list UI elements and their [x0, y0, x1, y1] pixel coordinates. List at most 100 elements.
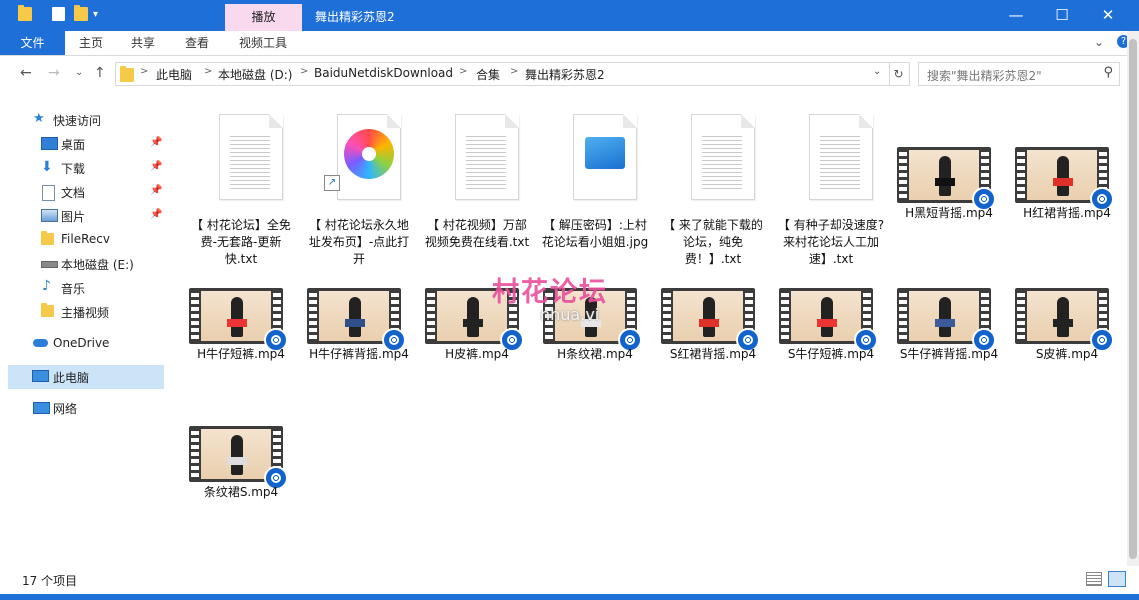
pin-icon[interactable]: 📌	[150, 185, 162, 196]
video-thumbnail	[1015, 288, 1114, 352]
search-placeholder: 搜索"舞出精彩苏恩2"	[927, 69, 1042, 83]
window-title: 舞出精彩苏恩2	[315, 10, 395, 24]
folder-icon	[41, 231, 56, 247]
refresh-icon[interactable]: ↻	[888, 62, 910, 86]
breadcrumb-current-folder[interactable]: 舞出精彩苏恩2	[525, 66, 605, 83]
file-name: H皮裤.mp4	[445, 347, 509, 361]
properties-icon[interactable]	[52, 7, 65, 21]
picture-icon	[41, 209, 58, 222]
file-name: H黑短背摇.mp4	[905, 206, 993, 220]
nav-label: 下载	[61, 162, 86, 176]
cloud-icon	[33, 339, 48, 347]
file-name: 【 解压密码】:上村花论坛看小姐姐.jpg	[541, 218, 649, 249]
search-icon[interactable]: ⚲	[1103, 65, 1113, 80]
video-thumbnail	[897, 147, 996, 211]
nav-quick-access[interactable]: ★ 快速访问	[0, 109, 166, 131]
tab-share[interactable]: 共享	[120, 31, 166, 55]
nav-network[interactable]: 网络	[0, 397, 166, 419]
video-thumbnail	[1015, 147, 1114, 211]
nav-label: 本地磁盘 (E:)	[61, 258, 134, 272]
chevron-right-icon[interactable]: >	[204, 66, 212, 77]
nav-documents[interactable]: 文档 📌	[0, 181, 166, 203]
pin-icon[interactable]: 📌	[150, 137, 162, 148]
file-name: S牛仔短裤.mp4	[787, 347, 875, 361]
pin-icon[interactable]: 📌	[150, 161, 162, 172]
forward-arrow-icon[interactable]: →	[48, 65, 60, 81]
network-icon	[33, 402, 50, 414]
image-file-icon	[573, 114, 637, 200]
nav-label: 主播视频	[61, 306, 110, 320]
nav-drive-e[interactable]: 本地磁盘 (E:)	[0, 253, 166, 275]
nav-filerecv[interactable]: FileRecv	[0, 229, 166, 251]
up-arrow-icon[interactable]: ↑	[94, 65, 106, 81]
tab-home[interactable]: 主页	[68, 31, 114, 55]
maximize-icon[interactable]: ☐	[1039, 0, 1085, 31]
video-thumbnail	[189, 426, 288, 490]
nav-label: FileRecv	[61, 232, 110, 246]
nav-label: 文档	[61, 186, 86, 200]
search-box[interactable]: 搜索"舞出精彩苏恩2" ⚲	[918, 62, 1120, 86]
nav-label: 桌面	[61, 138, 86, 152]
document-icon	[42, 185, 55, 201]
breadcrumb-drive-d[interactable]: 本地磁盘 (D:)	[218, 66, 292, 83]
details-view-icon[interactable]	[1086, 572, 1102, 586]
tab-view[interactable]: 查看	[174, 31, 220, 55]
nav-this-pc[interactable]: 此电脑	[8, 365, 164, 389]
video-thumbnail	[189, 288, 288, 352]
pin-icon[interactable]: 📌	[150, 209, 162, 220]
recent-chevron-icon[interactable]: ⌄	[75, 67, 83, 78]
vertical-scrollbar[interactable]	[1127, 31, 1139, 566]
chevron-down-icon[interactable]: ▾	[93, 9, 98, 20]
large-icons-view-icon[interactable]	[1108, 571, 1126, 587]
chevron-right-icon[interactable]: >	[140, 66, 148, 77]
address-bar[interactable]: > 此电脑 > 本地磁盘 (D:) > BaiduNetdiskDownload…	[115, 62, 890, 86]
item-count: 17 个项目	[22, 574, 78, 588]
breadcrumb-baidunetdisk[interactable]: BaiduNetdiskDownload	[314, 66, 453, 80]
nav-label: OneDrive	[53, 336, 110, 350]
file-name: 【 村花论坛永久地址发布页】-点此打开	[308, 218, 410, 266]
nav-music[interactable]: ♪ 音乐	[0, 277, 166, 299]
window-border	[0, 594, 1139, 600]
back-arrow-icon[interactable]: ←	[20, 65, 32, 81]
minimize-icon[interactable]: —	[993, 0, 1039, 31]
folder-icon	[120, 66, 134, 82]
shortcut-arrow-icon: ↗	[324, 175, 340, 191]
navigation-pane: ★ 快速访问 桌面 📌 ⬇ 下载 📌 文档 📌 图片 📌 FileRecv 本地…	[0, 92, 166, 566]
tab-video-tools[interactable]: 视频工具	[228, 31, 298, 55]
file-name: S红裙背摇.mp4	[669, 347, 757, 361]
nav-downloads[interactable]: ⬇ 下载 📌	[0, 157, 166, 179]
nav-onedrive[interactable]: OneDrive	[0, 333, 166, 355]
chevron-right-icon[interactable]: >	[300, 66, 308, 77]
file-name: H红裙背摇.mp4	[1023, 206, 1111, 220]
tab-play[interactable]: 播放	[225, 4, 302, 31]
breadcrumb-collection[interactable]: 合集	[476, 66, 500, 83]
text-file-icon	[219, 114, 283, 200]
nav-anchor-videos[interactable]: 主播视频	[0, 301, 166, 323]
chevron-down-icon[interactable]: ⌄	[873, 66, 881, 77]
watermark-url: nhua.vi	[540, 305, 600, 324]
text-file-icon	[455, 114, 519, 200]
nav-label: 音乐	[61, 282, 86, 296]
shortcut-file-icon: ↗	[324, 114, 401, 200]
chevron-right-icon[interactable]: >	[459, 66, 467, 77]
desktop-icon	[41, 137, 58, 150]
nav-label: 此电脑	[53, 371, 90, 385]
nav-pictures[interactable]: 图片 📌	[0, 205, 166, 227]
picture-icon	[585, 137, 625, 169]
scrollbar-thumb[interactable]	[1129, 39, 1137, 559]
computer-icon	[32, 370, 49, 382]
file-name: 【 村花论坛】全免费-无套路-更新快.txt	[191, 218, 291, 266]
chevron-down-icon[interactable]: ⌄	[1094, 35, 1104, 49]
title-bar: ▾	[0, 0, 1139, 31]
file-name: H条纹裙.mp4	[557, 347, 633, 361]
close-icon[interactable]: ✕	[1085, 0, 1131, 31]
breadcrumb-this-pc[interactable]: 此电脑	[156, 66, 192, 83]
tab-file[interactable]: 文件	[0, 31, 65, 55]
nav-label: 图片	[61, 210, 86, 224]
nav-desktop[interactable]: 桌面 📌	[0, 133, 166, 155]
music-note-icon: ♪	[42, 278, 51, 294]
file-name: H牛仔短裤.mp4	[197, 347, 285, 361]
chevron-right-icon[interactable]: >	[510, 66, 518, 77]
nav-label: 网络	[53, 402, 78, 416]
file-name: S牛仔裤背摇.mp4	[899, 347, 999, 361]
